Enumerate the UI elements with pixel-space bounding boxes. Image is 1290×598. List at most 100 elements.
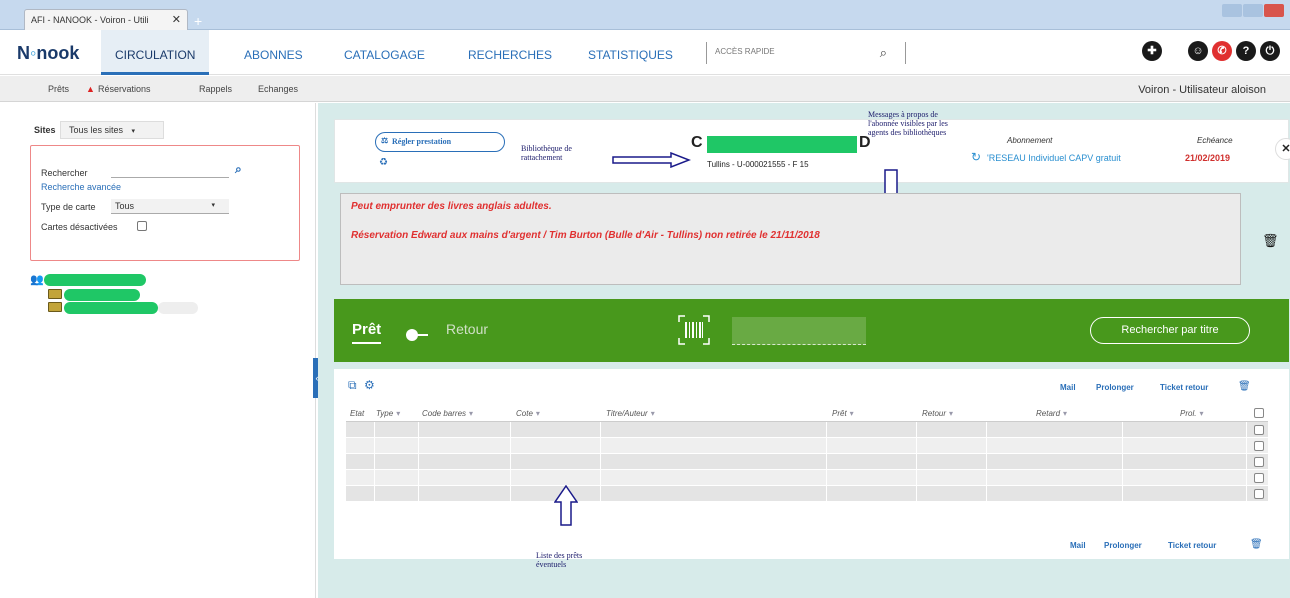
maximize-icon[interactable] — [1243, 4, 1263, 17]
minimize-icon[interactable] — [1222, 4, 1242, 17]
search-icon[interactable]: ⌕ — [235, 162, 242, 177]
gear-icon[interactable]: ⚙ — [364, 378, 375, 392]
cell-divider — [374, 438, 375, 453]
table-row[interactable] — [346, 470, 1268, 486]
col-etat[interactable]: Etat — [350, 409, 364, 418]
col-prol[interactable]: Prol. ▾ — [1180, 409, 1203, 418]
tab-close-icon[interactable]: ✕ — [172, 13, 181, 26]
search-label: Rechercher — [41, 168, 88, 178]
phone-icon[interactable]: ✆ — [1212, 41, 1232, 61]
subnav-rappels[interactable]: Rappels — [199, 84, 232, 94]
cell-divider — [1122, 422, 1123, 437]
subnav-prets[interactable]: Prêts — [48, 84, 69, 94]
member-name-redacted[interactable] — [44, 274, 146, 286]
ticket-retour-button[interactable]: Ticket retour — [1160, 383, 1208, 392]
power-icon[interactable]: ⏻ — [1260, 41, 1280, 61]
member-name-redacted[interactable] — [64, 302, 158, 314]
cell-divider — [916, 486, 917, 501]
card-icon — [48, 302, 62, 312]
trash-icon[interactable]: 🗑 — [1250, 539, 1263, 550]
cell-divider — [510, 438, 511, 453]
row-checkbox[interactable] — [1254, 425, 1264, 435]
nav-circulation[interactable]: CIRCULATION — [101, 30, 210, 75]
export-icon[interactable]: ⧉ — [348, 378, 357, 393]
annotation-messages: Messages à propos de l'abonnée visibles … — [868, 110, 948, 137]
help-icon[interactable]: ? — [1236, 41, 1256, 61]
subnav-echanges[interactable]: Echanges — [258, 84, 298, 94]
refresh-icon[interactable]: ↻ — [971, 150, 981, 164]
sites-select[interactable]: Tous les sites ▾ — [60, 121, 164, 139]
quick-access-input[interactable]: ACCÈS RAPIDE ⌕ — [706, 42, 906, 64]
mode-toggle[interactable] — [406, 329, 428, 341]
row-checkbox[interactable] — [1254, 441, 1264, 451]
subscription-value[interactable]: 'RESEAU Individuel CAPV gratuit — [987, 153, 1121, 163]
disabled-cards-checkbox[interactable] — [137, 221, 147, 231]
cell-divider — [826, 470, 827, 485]
group-icon: 👥 — [30, 274, 44, 286]
col-retour[interactable]: Retour ▾ — [922, 409, 953, 418]
cell-divider — [418, 454, 419, 469]
nav-statistiques[interactable]: STATISTIQUES — [588, 48, 673, 62]
subnav-reservations[interactable]: Réservations — [98, 84, 151, 94]
message-area[interactable]: Peut emprunter des livres anglais adulte… — [340, 193, 1241, 285]
row-checkbox[interactable] — [1254, 457, 1264, 467]
cell-divider — [986, 438, 987, 453]
col-titre-auteur[interactable]: Titre/Auteur ▾ — [606, 409, 655, 418]
settle-button[interactable]: ⚖ Régler prestation — [375, 132, 505, 152]
retour-tab[interactable]: Retour — [446, 321, 488, 337]
col-type[interactable]: Type ▾ — [376, 409, 400, 418]
cell-divider — [1246, 422, 1247, 437]
refresh-card-icon[interactable]: ♻ — [379, 157, 388, 168]
name-first: C — [691, 134, 703, 151]
cell-divider — [510, 454, 511, 469]
cell-divider — [600, 454, 601, 469]
search-input[interactable] — [111, 164, 229, 178]
pret-tab[interactable]: Prêt — [352, 321, 382, 344]
prolonger-button[interactable]: Prolonger — [1104, 541, 1142, 550]
browser-tab[interactable]: AFI - NANOOK - Voiron - Utili ✕ — [24, 9, 188, 30]
new-tab-icon[interactable]: + — [194, 13, 202, 29]
col-cote[interactable]: Cote ▾ — [516, 409, 540, 418]
card-icon — [48, 289, 62, 299]
mail-button[interactable]: Mail — [1060, 383, 1076, 392]
table-row[interactable] — [346, 438, 1268, 454]
loan-bar: Prêt Retour Rechercher par titre — [334, 299, 1289, 362]
window-close-icon[interactable] — [1264, 4, 1284, 17]
advanced-search-link[interactable]: Recherche avancée — [41, 182, 121, 192]
nav-catalogage[interactable]: CATALOGAGE — [344, 48, 425, 62]
card-type-select[interactable]: Tous ▾ — [111, 199, 229, 214]
select-all-checkbox[interactable] — [1254, 408, 1264, 418]
settle-label: Régler prestation — [392, 137, 452, 146]
close-icon[interactable]: ✕ — [1275, 138, 1290, 160]
col-pret[interactable]: Prêt ▾ — [832, 409, 854, 418]
search-by-title-button[interactable]: Rechercher par titre — [1090, 317, 1250, 344]
nav-icons: ✚ ☺ ✆ ? ⏻ — [1142, 41, 1280, 61]
table-row[interactable] — [346, 486, 1268, 502]
user-icon[interactable]: ☺ — [1188, 41, 1208, 61]
trash-icon[interactable]: 🗑 — [1262, 233, 1279, 249]
plugin-icon[interactable]: ✚ — [1142, 41, 1162, 61]
ticket-retour-button[interactable]: Ticket retour — [1168, 541, 1216, 550]
cell-divider — [916, 470, 917, 485]
trash-icon[interactable]: 🗑 — [1238, 381, 1251, 392]
col-code-barres[interactable]: Code barres ▾ — [422, 409, 473, 418]
table-row[interactable] — [346, 422, 1268, 438]
search-panel: Sites Tous les sites ▾ Rechercher ⌕ Rech… — [0, 103, 316, 598]
mail-button[interactable]: Mail — [1070, 541, 1086, 550]
barcode-input[interactable] — [732, 317, 866, 345]
table-body — [346, 422, 1268, 502]
nav-abonnes[interactable]: ABONNES — [244, 48, 303, 62]
nanook-logo[interactable]: N◦nook — [17, 43, 79, 64]
cell-divider — [916, 438, 917, 453]
cell-divider — [916, 454, 917, 469]
member-name-redacted[interactable] — [64, 289, 140, 301]
member-name: C D — [691, 134, 871, 154]
row-checkbox[interactable] — [1254, 489, 1264, 499]
search-icon[interactable]: ⌕ — [880, 45, 887, 61]
table-row[interactable] — [346, 454, 1268, 470]
chevron-down-icon: ▾ — [211, 202, 215, 209]
prolonger-button[interactable]: Prolonger — [1096, 383, 1134, 392]
row-checkbox[interactable] — [1254, 473, 1264, 483]
nav-recherches[interactable]: RECHERCHES — [468, 48, 552, 62]
col-retard[interactable]: Retard ▾ — [1036, 409, 1067, 418]
